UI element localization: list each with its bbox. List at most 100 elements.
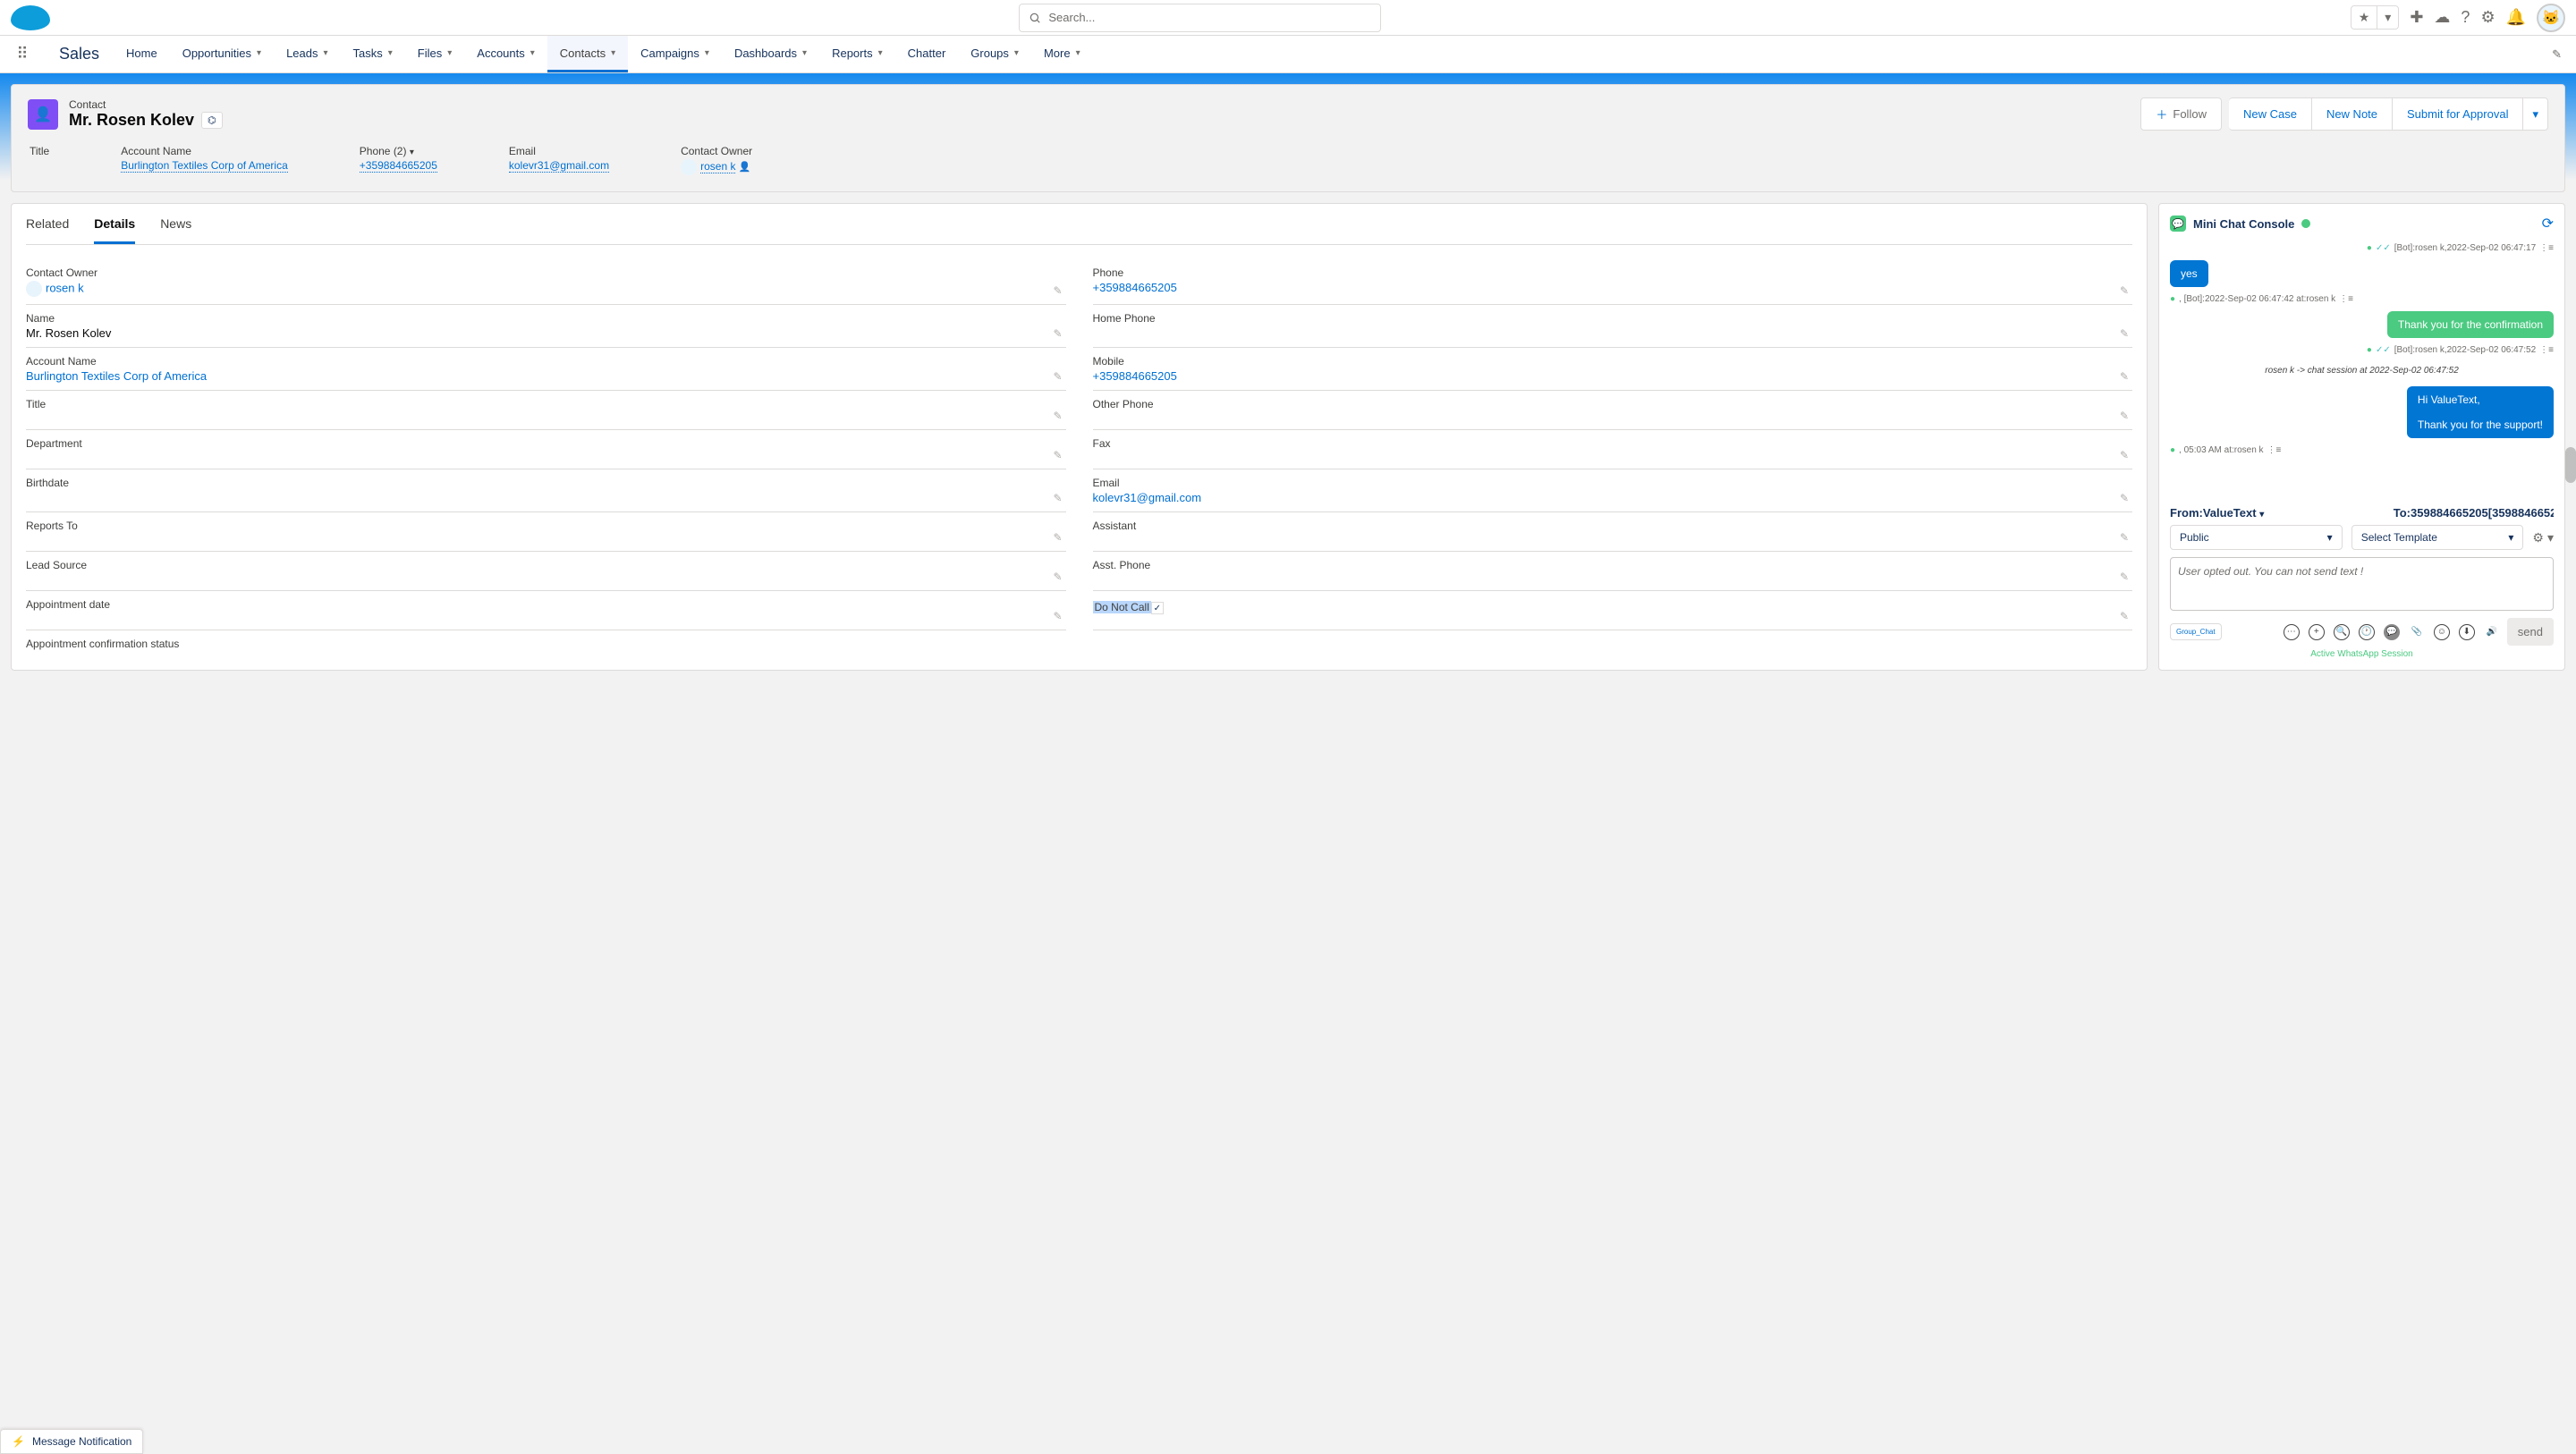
nav-item-tasks[interactable]: Tasks▾: [341, 36, 405, 72]
nav-item-accounts[interactable]: Accounts▾: [464, 36, 547, 72]
message-textarea[interactable]: User opted out. You can not send text !: [2170, 557, 2554, 611]
favorites-group[interactable]: ★▾: [2351, 5, 2400, 30]
edit-icon[interactable]: ✎: [2120, 327, 2129, 340]
edit-icon[interactable]: ✎: [2120, 410, 2129, 422]
hl-email-link[interactable]: kolevr31@gmail.com: [509, 159, 609, 173]
edit-icon[interactable]: ✎: [2120, 571, 2129, 583]
do-not-call-checkbox[interactable]: ✓: [1151, 602, 1164, 614]
user-avatar[interactable]: 🐱: [2537, 4, 2565, 32]
refresh-icon[interactable]: ⟳: [2542, 215, 2554, 232]
visibility-select[interactable]: Public▾: [2170, 525, 2343, 550]
edit-icon[interactable]: ✎: [1053, 531, 1062, 544]
chat-title: Mini Chat Console: [2193, 217, 2294, 231]
edit-icon[interactable]: ✎: [1053, 449, 1062, 461]
scrollbar-thumb[interactable]: [2565, 447, 2576, 483]
options-icon[interactable]: ⋮≡: [2267, 445, 2282, 455]
edit-icon[interactable]: ✎: [1053, 610, 1062, 622]
hl-email-label: Email: [509, 145, 609, 157]
edit-icon[interactable]: ✎: [1053, 284, 1062, 297]
follow-button[interactable]: ＋Follow: [2140, 97, 2222, 131]
more-icon[interactable]: ⋯: [2284, 624, 2300, 640]
options-icon[interactable]: ⋮≡: [2539, 345, 2554, 355]
nav-item-contacts[interactable]: Contacts▾: [547, 36, 628, 72]
field-contact-owner[interactable]: rosen k: [46, 281, 84, 294]
edit-icon[interactable]: ✎: [2120, 449, 2129, 461]
search-icon[interactable]: 🔍: [2334, 624, 2350, 640]
download-icon[interactable]: ⬇: [2459, 624, 2475, 640]
message-notification-bar[interactable]: ⚡ Message Notification: [0, 1429, 143, 1454]
edit-icon[interactable]: ✎: [2120, 284, 2129, 297]
tab-details[interactable]: Details: [94, 216, 135, 244]
chevron-down-icon[interactable]: ▾: [2547, 530, 2554, 545]
gear-icon[interactable]: ⚙: [2532, 530, 2544, 545]
whatsapp-icon: ●: [2170, 294, 2175, 304]
record-type: Contact: [69, 98, 223, 111]
setup-gear-icon[interactable]: ⚙: [2480, 8, 2495, 27]
hl-account-link[interactable]: Burlington Textiles Corp of America: [121, 159, 288, 173]
edit-icon[interactable]: ✎: [1053, 370, 1062, 383]
change-owner-icon[interactable]: 👤: [739, 162, 751, 173]
nav-item-files[interactable]: Files▾: [405, 36, 464, 72]
edit-icon[interactable]: ✎: [1053, 327, 1062, 340]
salesforce-logo: [11, 5, 50, 30]
edit-icon[interactable]: ✎: [1053, 571, 1062, 583]
hl-owner-link[interactable]: rosen k: [700, 160, 735, 173]
tab-related[interactable]: Related: [26, 216, 69, 244]
new-case-button[interactable]: New Case: [2229, 97, 2312, 131]
record-name: Mr. Rosen Kolev: [69, 111, 194, 130]
edit-icon[interactable]: ✎: [2120, 610, 2129, 622]
emoji-icon[interactable]: ☺: [2434, 624, 2450, 640]
search-placeholder: Search...: [1048, 11, 1095, 24]
edit-icon[interactable]: ✎: [1053, 492, 1062, 504]
edit-icon[interactable]: ✎: [1053, 410, 1062, 422]
nav-item-campaigns[interactable]: Campaigns▾: [628, 36, 722, 72]
attachment-icon[interactable]: 📎: [2409, 624, 2425, 640]
whatsapp-icon: ●: [2367, 243, 2372, 253]
tab-news[interactable]: News: [160, 216, 191, 244]
chat-bubble-incoming: Hi ValueText, Thank you for the support!: [2407, 386, 2554, 438]
nav-item-dashboards[interactable]: Dashboards▾: [722, 36, 819, 72]
nav-item-groups[interactable]: Groups▾: [958, 36, 1031, 72]
edit-icon[interactable]: ✎: [2120, 370, 2129, 383]
hl-title-label: Title: [30, 145, 49, 157]
nav-item-leads[interactable]: Leads▾: [274, 36, 340, 72]
edit-icon[interactable]: ✎: [2120, 492, 2129, 504]
nav-item-chatter[interactable]: Chatter: [895, 36, 959, 72]
chevron-down-icon[interactable]: ▾: [2377, 6, 2398, 29]
options-icon[interactable]: ⋮≡: [2339, 294, 2353, 304]
global-search[interactable]: Search...: [1019, 4, 1381, 32]
edit-nav-icon[interactable]: ✎: [2538, 36, 2576, 72]
send-button[interactable]: send: [2507, 618, 2554, 646]
star-icon[interactable]: ★: [2351, 6, 2378, 29]
submit-approval-button[interactable]: Submit for Approval: [2393, 97, 2523, 131]
from-selector[interactable]: From:ValueText ▾: [2170, 506, 2264, 520]
nav-item-reports[interactable]: Reports▾: [819, 36, 895, 72]
add-icon[interactable]: ✚: [2410, 8, 2423, 27]
edit-icon[interactable]: ✎: [2120, 531, 2129, 544]
app-launcher-icon[interactable]: ⠿: [0, 36, 45, 72]
field-account-name[interactable]: Burlington Textiles Corp of America: [26, 369, 207, 383]
field-phone[interactable]: +359884665205: [1093, 281, 1177, 294]
group-chat-button[interactable]: Group_Chat: [2170, 623, 2222, 640]
sound-icon[interactable]: 🔊: [2484, 624, 2500, 640]
nav-item-opportunities[interactable]: Opportunities▾: [170, 36, 274, 72]
options-icon[interactable]: ⋮≡: [2539, 243, 2554, 253]
more-actions-button[interactable]: ▾: [2523, 97, 2548, 131]
nav-item-home[interactable]: Home: [114, 36, 170, 72]
field-email[interactable]: kolevr31@gmail.com: [1093, 491, 1202, 504]
hl-phone-link[interactable]: +359884665205: [360, 159, 437, 173]
field-mobile[interactable]: +359884665205: [1093, 369, 1177, 383]
nav-item-more[interactable]: More▾: [1031, 36, 1093, 72]
trailhead-icon[interactable]: ☁: [2434, 8, 2450, 27]
add-icon[interactable]: +: [2309, 624, 2325, 640]
to-display: To:359884665205[359884665205]: [2394, 506, 2554, 520]
owner-avatar-icon: [26, 281, 42, 297]
help-icon[interactable]: ?: [2461, 8, 2470, 27]
new-note-button[interactable]: New Note: [2312, 97, 2393, 131]
template-select[interactable]: Select Template▾: [2351, 525, 2524, 550]
app-name: Sales: [45, 36, 114, 72]
hierarchy-button[interactable]: ⌬: [201, 112, 223, 129]
clock-icon[interactable]: 🕐: [2359, 624, 2375, 640]
notification-bell-icon[interactable]: 🔔: [2506, 8, 2526, 27]
chat-icon[interactable]: 💬: [2384, 624, 2400, 640]
